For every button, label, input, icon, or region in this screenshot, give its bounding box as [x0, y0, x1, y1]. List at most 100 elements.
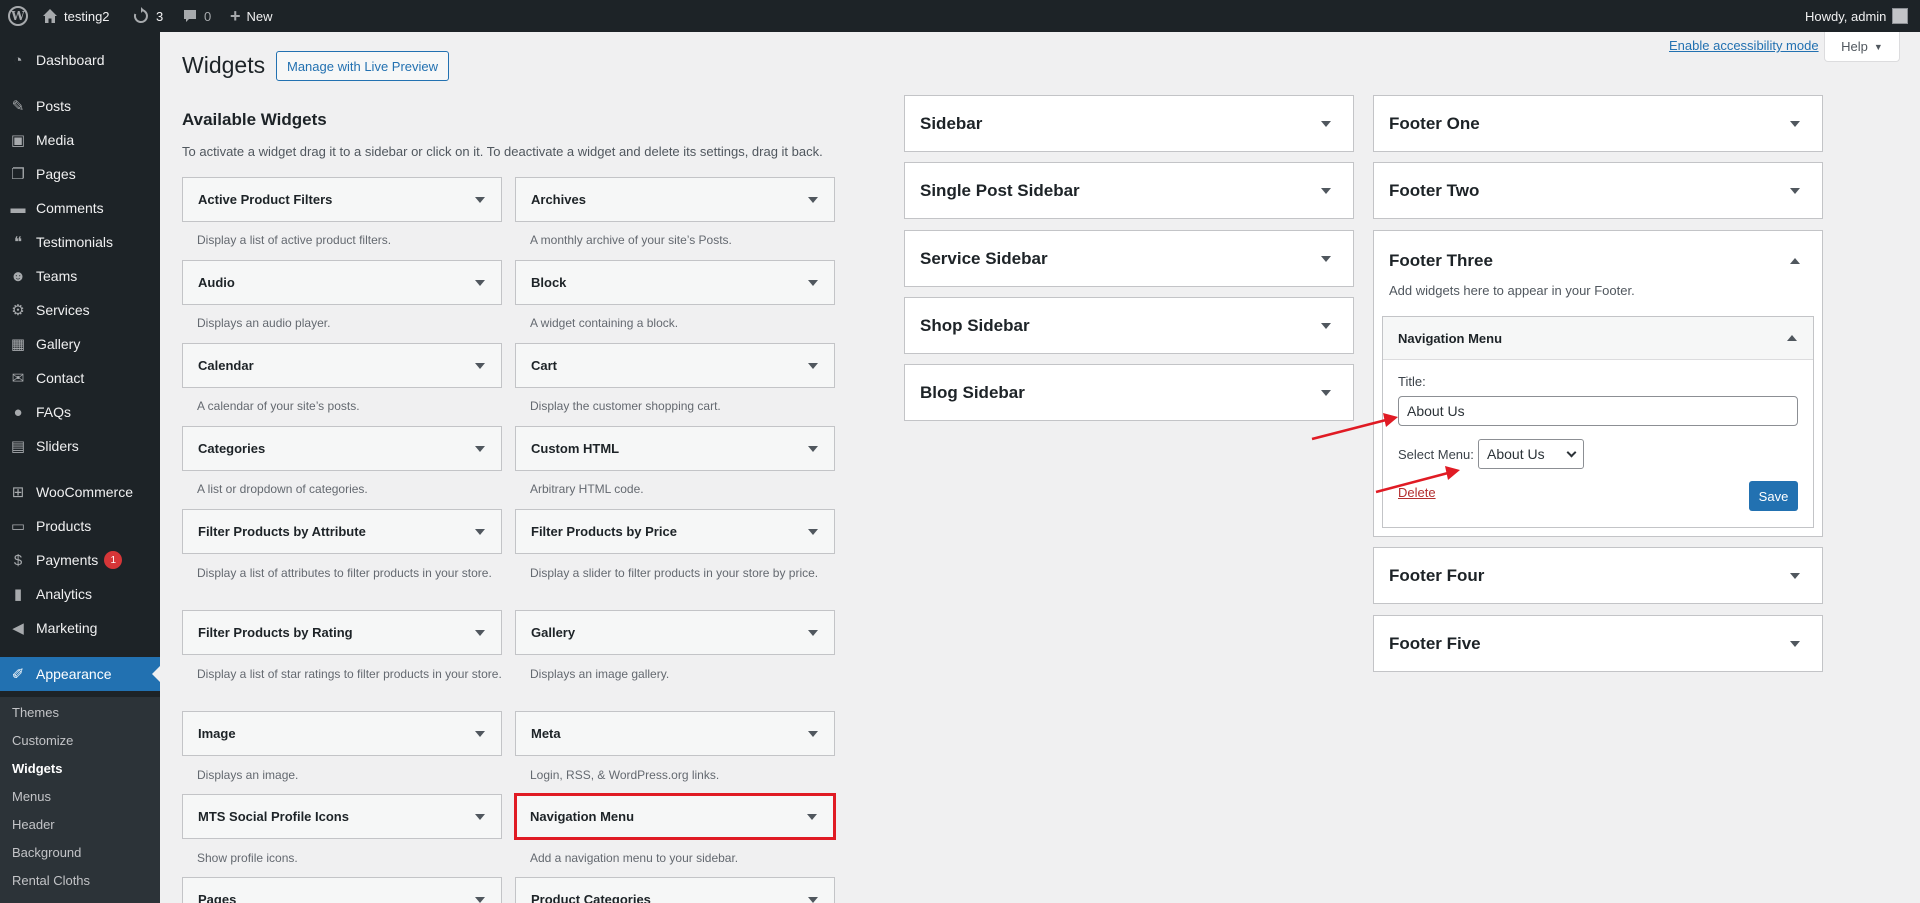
- sidebar-area-service[interactable]: Service Sidebar: [904, 230, 1354, 287]
- sidebar-area-blog[interactable]: Blog Sidebar: [904, 364, 1354, 421]
- wordpress-logo-icon[interactable]: W: [8, 0, 28, 32]
- caret-down-icon[interactable]: [1790, 572, 1800, 579]
- caret-down-icon[interactable]: [1321, 322, 1331, 329]
- sidebar-area-footer-five[interactable]: Footer Five: [1373, 615, 1823, 672]
- sidebar-title[interactable]: Footer Three: [1389, 251, 1493, 271]
- dashboard-icon: ◔: [13, 51, 23, 69]
- caret-down-icon[interactable]: [475, 445, 485, 452]
- submenu-background[interactable]: Background: [12, 845, 81, 860]
- comments-link[interactable]: 0: [182, 0, 211, 32]
- caret-down-icon[interactable]: [1790, 120, 1800, 127]
- caret-down-icon[interactable]: [475, 629, 485, 636]
- caret-down-icon[interactable]: [475, 730, 485, 737]
- my-account-link[interactable]: Howdy, admin: [1805, 0, 1909, 32]
- widget-meta[interactable]: Meta: [515, 711, 835, 756]
- menu-item-appearance[interactable]: ✐ Appearance: [0, 657, 160, 691]
- updates-link[interactable]: 3: [132, 0, 163, 32]
- widget-calendar[interactable]: Calendar: [182, 343, 502, 388]
- widget-filter-products-by-rating[interactable]: Filter Products by Rating: [182, 610, 502, 655]
- widget-pages[interactable]: Pages: [182, 877, 502, 903]
- sidebar-area-single-post[interactable]: Single Post Sidebar: [904, 162, 1354, 219]
- widget-filter-products-by-price[interactable]: Filter Products by Price: [515, 509, 835, 554]
- menu-item-dashboard[interactable]: ◔ Dashboard: [0, 43, 160, 77]
- delete-link[interactable]: Delete: [1398, 485, 1436, 500]
- caret-down-icon[interactable]: [1321, 187, 1331, 194]
- help-button[interactable]: Help ▼: [1824, 32, 1900, 62]
- caret-up-icon[interactable]: [1787, 335, 1797, 341]
- caret-down-icon[interactable]: [808, 362, 818, 369]
- widget-description: Displays an image gallery.: [530, 667, 670, 681]
- caret-down-icon[interactable]: [808, 279, 818, 286]
- menu-item-testimonials[interactable]: ❝ Testimonials: [0, 225, 160, 259]
- menu-item-woocommerce[interactable]: ⊞ WooCommerce: [0, 475, 160, 509]
- title-input[interactable]: [1398, 396, 1798, 426]
- widget-archives[interactable]: Archives: [515, 177, 835, 222]
- caret-down-icon[interactable]: [808, 528, 818, 535]
- caret-down-icon[interactable]: [808, 730, 818, 737]
- submenu-widgets[interactable]: Widgets: [12, 761, 62, 776]
- menu-item-media[interactable]: ▣ Media: [0, 123, 160, 157]
- widget-audio[interactable]: Audio: [182, 260, 502, 305]
- widget-title: Navigation Menu: [1398, 330, 1503, 346]
- menu-item-products[interactable]: ▭ Products: [0, 509, 160, 543]
- menu-item-posts[interactable]: ✎ Posts: [0, 89, 160, 123]
- widget-gallery[interactable]: Gallery: [515, 610, 835, 655]
- caret-down-icon[interactable]: [1321, 389, 1331, 396]
- caret-down-icon[interactable]: [1790, 187, 1800, 194]
- caret-down-icon[interactable]: [475, 528, 485, 535]
- menu-item-analytics[interactable]: ▮ Analytics: [0, 577, 160, 611]
- sidebar-area-shop[interactable]: Shop Sidebar: [904, 297, 1354, 354]
- menu-item-marketing[interactable]: ◀ Marketing: [0, 611, 160, 645]
- widget-categories[interactable]: Categories: [182, 426, 502, 471]
- menu-item-payments[interactable]: $ Payments 1: [0, 543, 160, 577]
- sidebar-area-footer-one[interactable]: Footer One: [1373, 95, 1823, 152]
- widget-mts-social-profile-icons[interactable]: MTS Social Profile Icons: [182, 794, 502, 839]
- caret-down-icon[interactable]: [475, 896, 485, 903]
- menu-item-gallery[interactable]: ▦ Gallery: [0, 327, 160, 361]
- save-button[interactable]: Save: [1749, 481, 1798, 511]
- caret-up-icon[interactable]: [1790, 258, 1800, 264]
- caret-down-icon[interactable]: [807, 813, 817, 820]
- widget-active-product-filters[interactable]: Active Product Filters: [182, 177, 502, 222]
- caret-down-icon[interactable]: [1321, 255, 1331, 262]
- widget-block[interactable]: Block: [515, 260, 835, 305]
- caret-down-icon[interactable]: [475, 362, 485, 369]
- site-name-link[interactable]: testing2: [42, 0, 110, 32]
- sidebar-area-footer-four[interactable]: Footer Four: [1373, 547, 1823, 604]
- sidebar-area-sidebar[interactable]: Sidebar: [904, 95, 1354, 152]
- caret-down-icon[interactable]: [808, 196, 818, 203]
- menu-item-contact[interactable]: ✉ Contact: [0, 361, 160, 395]
- caret-down-icon[interactable]: [808, 896, 818, 903]
- submenu-rental-cloths[interactable]: Rental Cloths: [12, 873, 90, 888]
- select-menu-dropdown[interactable]: About Us: [1478, 439, 1584, 469]
- live-preview-button[interactable]: Manage with Live Preview: [276, 51, 450, 81]
- submenu-themes[interactable]: Themes: [12, 705, 59, 720]
- widget-filter-products-by-attribute[interactable]: Filter Products by Attribute: [182, 509, 502, 554]
- widget-navigation-menu[interactable]: Navigation Menu: [514, 793, 836, 840]
- caret-down-icon[interactable]: [1790, 640, 1800, 647]
- menu-item-faqs[interactable]: ● FAQs: [0, 395, 160, 429]
- menu-item-sliders[interactable]: ▤ Sliders: [0, 429, 160, 463]
- widget-custom-html[interactable]: Custom HTML: [515, 426, 835, 471]
- sidebar-area-footer-two[interactable]: Footer Two: [1373, 162, 1823, 219]
- caret-down-icon[interactable]: [475, 813, 485, 820]
- menu-item-pages[interactable]: ❐ Pages: [0, 157, 160, 191]
- submenu-menus[interactable]: Menus: [12, 789, 51, 804]
- menu-item-services[interactable]: ⚙ Services: [0, 293, 160, 327]
- caret-down-icon[interactable]: [1321, 120, 1331, 127]
- caret-down-icon[interactable]: [475, 196, 485, 203]
- appearance-submenu: Themes Customize Widgets Menus Header Ba…: [0, 697, 160, 903]
- widget-image[interactable]: Image: [182, 711, 502, 756]
- widget-product-categories[interactable]: Product Categories: [515, 877, 835, 903]
- widget-cart[interactable]: Cart: [515, 343, 835, 388]
- menu-item-teams[interactable]: ☻ Teams: [0, 259, 160, 293]
- submenu-header[interactable]: Header: [12, 817, 55, 832]
- caret-down-icon[interactable]: [808, 629, 818, 636]
- caret-down-icon[interactable]: [475, 279, 485, 286]
- accessibility-mode-link[interactable]: Enable accessibility mode: [1669, 38, 1819, 53]
- widget-header[interactable]: Navigation Menu: [1383, 317, 1813, 360]
- menu-item-comments[interactable]: ▬ Comments: [0, 191, 160, 225]
- new-content-link[interactable]: + New: [230, 0, 273, 32]
- caret-down-icon[interactable]: [808, 445, 818, 452]
- submenu-customize[interactable]: Customize: [12, 733, 73, 748]
